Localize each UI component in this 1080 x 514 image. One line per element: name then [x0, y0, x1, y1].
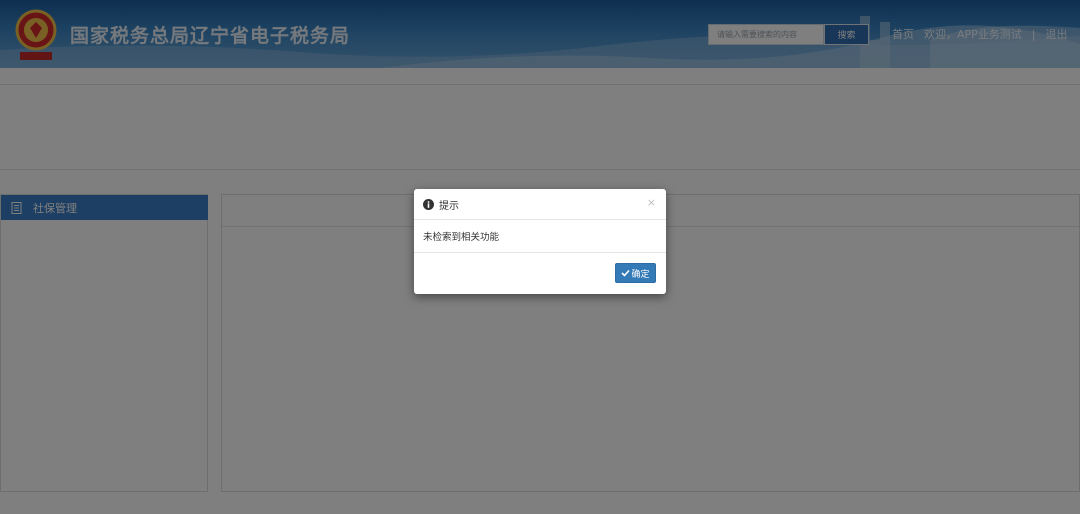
dialog-title: 提示	[439, 200, 459, 212]
dialog-footer: 确定	[414, 253, 666, 293]
dialog-header: 提示 ×	[414, 189, 666, 220]
info-circle-icon	[423, 198, 434, 210]
confirm-button-label: 确定	[631, 269, 650, 280]
dialog-message: 未检索到相关功能	[414, 220, 666, 253]
confirm-button[interactable]: 确定	[615, 263, 656, 283]
close-icon[interactable]: ×	[647, 197, 656, 208]
alert-dialog: 提示 × 未检索到相关功能 确定	[414, 189, 666, 294]
checkmark-icon	[621, 269, 631, 277]
